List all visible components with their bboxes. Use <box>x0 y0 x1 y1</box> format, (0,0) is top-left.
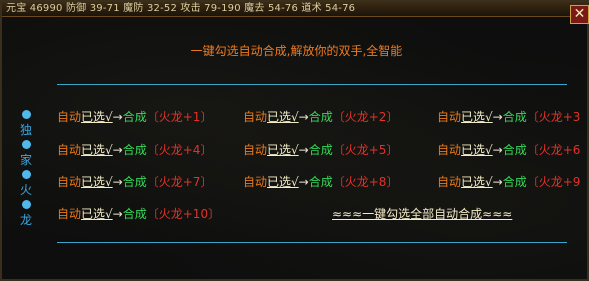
auto-label: 自动 <box>437 143 462 157</box>
dialog-heading: 一键勾选自动合成,解放你的双手,全智能 <box>190 44 403 58</box>
auto-label: 自动 <box>243 110 268 124</box>
auto-label: 自动 <box>57 207 82 221</box>
arrow-icon: → <box>112 110 123 124</box>
combine-label: 合成 <box>308 110 333 124</box>
arrow-icon: → <box>492 110 503 124</box>
combine-option: 自动已选√→合成〔火龙+3 <box>437 109 580 125</box>
item-name: 〔火龙+9 <box>526 175 581 189</box>
selected-toggle[interactable]: 已选√ <box>267 143 299 157</box>
combine-option: 自动已选√→合成〔火龙+9 <box>437 174 580 190</box>
combine-option: 自动已选√→合成〔火龙+10〕 <box>57 206 220 222</box>
item-name: 〔火龙+7〕 <box>146 175 213 189</box>
selected-toggle[interactable]: 已选√ <box>461 175 493 189</box>
side-label-char: 家 <box>19 153 32 167</box>
bullet-dot-icon <box>21 170 31 179</box>
arrow-icon: → <box>298 143 309 157</box>
item-name: 〔火龙+1〕 <box>146 110 213 124</box>
item-name: 〔火龙+4〕 <box>146 143 213 157</box>
selected-toggle[interactable]: 已选√ <box>267 110 299 124</box>
item-name: 〔火龙+2〕 <box>332 110 399 124</box>
game-dialog: 元宝 46990 防御 39-71 魔防 32-52 攻击 79-190 魔去 … <box>0 0 589 281</box>
select-all-label[interactable]: ≈≈≈一键勾选全部自动合成≈≈≈ <box>332 207 512 221</box>
item-name: 〔火龙+5〕 <box>332 143 399 157</box>
selected-toggle[interactable]: 已选√ <box>81 143 113 157</box>
selected-toggle[interactable]: 已选√ <box>267 175 299 189</box>
combine-label: 合成 <box>122 143 147 157</box>
status-bar-text: 元宝 46990 防御 39-71 魔防 32-52 攻击 79-190 魔去 … <box>6 3 356 14</box>
auto-label: 自动 <box>243 175 268 189</box>
side-label-char: 独 <box>19 123 32 137</box>
arrow-icon: → <box>112 175 123 189</box>
combine-label: 合成 <box>122 110 147 124</box>
auto-label: 自动 <box>57 175 82 189</box>
selected-toggle[interactable]: 已选√ <box>461 143 493 157</box>
combine-label: 合成 <box>308 143 333 157</box>
side-label: 独 家 火 龙 <box>16 110 36 230</box>
item-name: 〔火龙+10〕 <box>146 207 221 221</box>
arrow-icon: → <box>112 207 123 221</box>
combine-option: 自动已选√→合成〔火龙+8〕 <box>243 174 398 190</box>
arrow-icon: → <box>298 110 309 124</box>
item-name: 〔火龙+6 <box>526 143 581 157</box>
selected-toggle[interactable]: 已选√ <box>81 207 113 221</box>
auto-label: 自动 <box>437 175 462 189</box>
item-name: 〔火龙+3 <box>526 110 581 124</box>
arrow-icon: → <box>112 143 123 157</box>
arrow-icon: → <box>298 175 309 189</box>
status-bar: 元宝 46990 防御 39-71 魔防 32-52 攻击 79-190 魔去 … <box>2 2 589 17</box>
combine-option: 自动已选√→合成〔火龙+1〕 <box>57 109 212 125</box>
combine-option: 自动已选√→合成〔火龙+4〕 <box>57 142 212 158</box>
combine-label: 合成 <box>502 175 527 189</box>
selected-toggle[interactable]: 已选√ <box>81 175 113 189</box>
bullet-dot-icon <box>21 140 31 149</box>
combine-option: 自动已选√→合成〔火龙+6 <box>437 142 580 158</box>
arrow-icon: → <box>492 143 503 157</box>
select-all-link[interactable]: ≈≈≈一键勾选全部自动合成≈≈≈ <box>332 206 512 222</box>
combine-option: 自动已选√→合成〔火龙+2〕 <box>243 109 398 125</box>
bullet-dot-icon <box>21 110 31 119</box>
combine-label: 合成 <box>122 175 147 189</box>
combine-option: 自动已选√→合成〔火龙+5〕 <box>243 142 398 158</box>
combine-label: 合成 <box>502 110 527 124</box>
combine-option: 自动已选√→合成〔火龙+7〕 <box>57 174 212 190</box>
combine-label: 合成 <box>502 143 527 157</box>
selected-toggle[interactable]: 已选√ <box>461 110 493 124</box>
combine-label: 合成 <box>308 175 333 189</box>
combine-label: 合成 <box>122 207 147 221</box>
arrow-icon: → <box>492 175 503 189</box>
selected-toggle[interactable]: 已选√ <box>81 110 113 124</box>
auto-label: 自动 <box>57 110 82 124</box>
divider-bottom <box>57 242 567 243</box>
side-label-char: 火 <box>19 183 32 197</box>
divider-top <box>57 84 567 85</box>
close-button[interactable]: ✕ <box>570 5 589 24</box>
item-name: 〔火龙+8〕 <box>332 175 399 189</box>
auto-label: 自动 <box>243 143 268 157</box>
side-label-char: 龙 <box>19 213 32 227</box>
auto-label: 自动 <box>57 143 82 157</box>
auto-label: 自动 <box>437 110 462 124</box>
bullet-dot-icon <box>21 200 31 209</box>
